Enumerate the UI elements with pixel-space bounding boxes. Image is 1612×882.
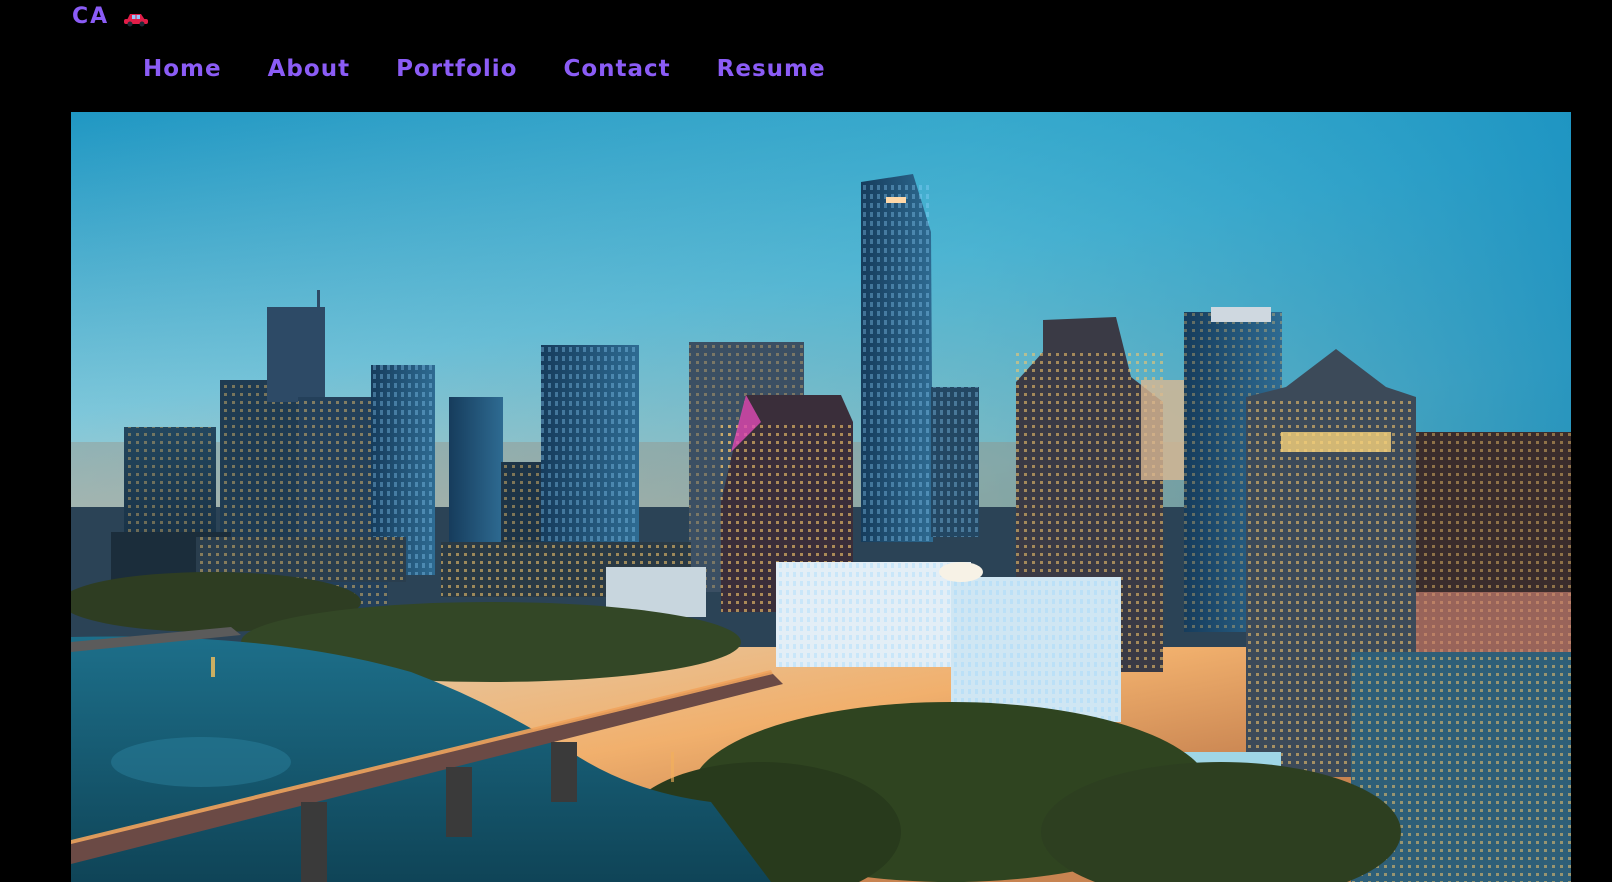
main-nav: Home About Portfolio Contact Resume xyxy=(143,56,826,82)
city-skyline-illustration xyxy=(71,112,1571,882)
nav-contact[interactable]: Contact xyxy=(563,56,670,82)
nav-about[interactable]: About xyxy=(268,56,350,82)
car-icon xyxy=(123,11,149,27)
nav-portfolio[interactable]: Portfolio xyxy=(396,56,517,82)
nav-home[interactable]: Home xyxy=(143,56,222,82)
nav-resume[interactable]: Resume xyxy=(717,56,826,82)
hero-image xyxy=(71,112,1571,882)
brand-logo-text[interactable]: CA xyxy=(72,4,109,29)
page: CA Home About Portfolio Contact Resume xyxy=(0,0,1612,882)
brand[interactable]: CA xyxy=(72,4,149,29)
